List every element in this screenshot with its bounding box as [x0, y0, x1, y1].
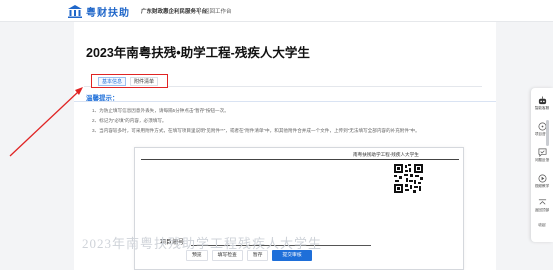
sidebar-item-back-to-top[interactable]: 返回顶部: [531, 198, 553, 213]
back-to-top-icon: [538, 199, 546, 205]
bank-logo-icon: [68, 5, 82, 18]
sidebar-item-smart-service[interactable]: 智能客服: [531, 96, 553, 111]
tab-highlight-box: 基本信息 附件清单: [91, 74, 168, 88]
notice-item: 2、标记为“必填”的内容，必须填写。: [92, 118, 167, 123]
back-to-workbench-link[interactable]: 返回工作台: [204, 7, 232, 15]
robot-icon: [538, 96, 546, 105]
sidebar-label: 问题反馈: [534, 158, 550, 162]
sidebar-item-feedback[interactable]: 问题反馈: [531, 148, 553, 163]
document-header-rule: [141, 159, 459, 160]
logo-text: 粤财扶助: [86, 8, 130, 19]
sidebar-item-video-tutorial[interactable]: 视频教学: [531, 174, 553, 189]
tab-bar: 基本信息 附件清单: [84, 67, 482, 88]
qr-code-icon: [394, 164, 423, 193]
scrollbar-thumb[interactable]: [546, 120, 549, 146]
sidebar-label: 收起: [538, 223, 546, 227]
notice-item: 1、为防止填写信息因意外丢失，请每隔5分钟点击“暂存”按钮一次。: [92, 108, 229, 113]
tab-attachments[interactable]: 附件清单: [130, 76, 159, 86]
top-bar: 粤财扶助 广东财政惠企利民服务平台 返回工作台: [0, 0, 553, 22]
sidebar-label: 视频教学: [534, 184, 550, 188]
video-icon: [538, 174, 546, 183]
sidebar-item-collapse[interactable]: 收起: [531, 222, 553, 228]
submit-review-button[interactable]: 提交审核: [272, 250, 312, 261]
platform-name: 广东财政惠企利民服务平台: [141, 9, 208, 15]
sidebar-item-project-consult[interactable]: 项目咨询: [531, 122, 553, 137]
page-title: 2023年南粤扶残•助学工程-残疾人大学生: [86, 46, 310, 60]
header-divider: [199, 7, 200, 15]
document-header-text: 南粤扶残助学工程-残疾人大学生: [353, 152, 419, 157]
preview-button[interactable]: 预览: [186, 250, 208, 261]
feedback-icon: [538, 148, 546, 157]
sidebar-label: 智能客服: [534, 106, 550, 110]
notice-divider: [74, 101, 496, 102]
tab-basic-info[interactable]: 基本信息: [98, 76, 127, 86]
check-form-button[interactable]: 填写检查: [211, 250, 243, 261]
notice-item: 3、当内容较多时，可采用附件方式，在填写项目里说明“见附件**”，或者在“附件清…: [92, 128, 420, 133]
save-draft-button[interactable]: 暂存: [246, 250, 269, 261]
floating-sidebar: 智能客服 项目咨询 问题反馈 视频教学 返回顶部 收起: [531, 88, 553, 242]
action-bar: 预览 填写检查 暂存 提交审核: [186, 250, 312, 261]
logo[interactable]: 粤财扶助: [68, 4, 130, 19]
sidebar-label: 返回顶部: [534, 208, 550, 212]
